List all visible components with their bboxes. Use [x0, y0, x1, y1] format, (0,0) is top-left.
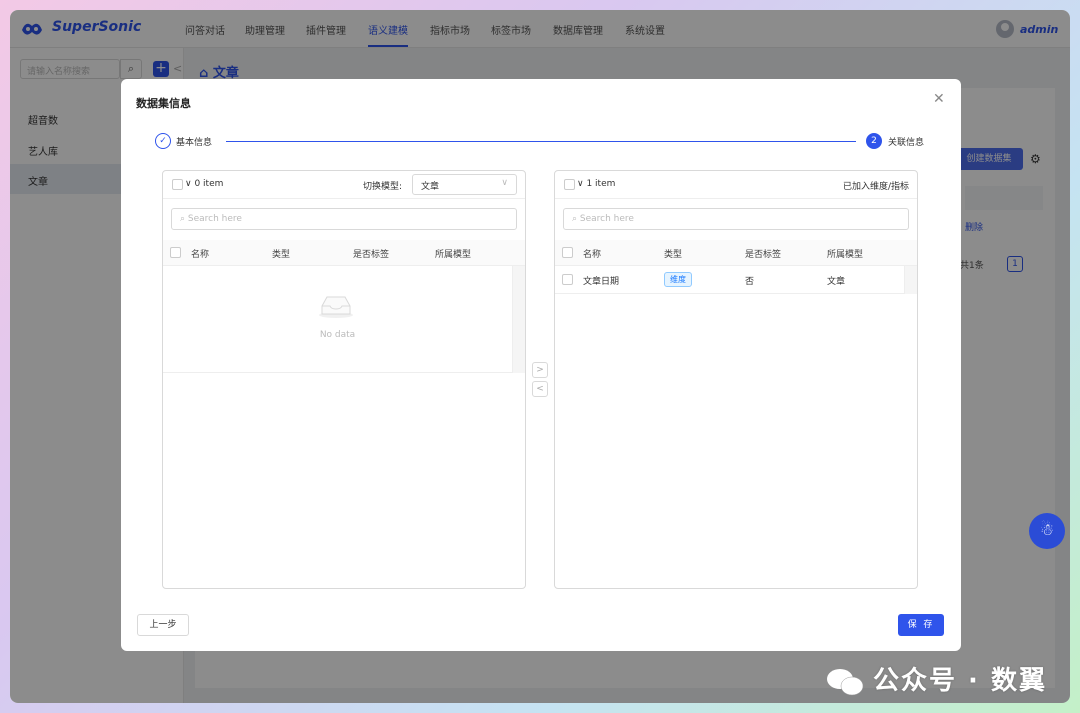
- scrollbar[interactable]: [512, 266, 525, 373]
- column-is-tag: 是否标签: [745, 250, 782, 260]
- steps: ✓ 基本信息 2 关联信息: [151, 131, 931, 151]
- item-count[interactable]: ∨ 0 item: [185, 179, 223, 189]
- step-connector: [226, 141, 856, 142]
- scrollbar[interactable]: [904, 266, 917, 294]
- search-placeholder: Search here: [187, 214, 242, 224]
- column-model: 所属模型: [827, 250, 864, 260]
- item-count[interactable]: ∨ 1 item: [577, 179, 615, 189]
- empty-text: No data: [319, 330, 356, 340]
- close-icon[interactable]: ✕: [933, 91, 945, 107]
- check-icon[interactable]: ✓: [155, 133, 171, 149]
- move-right-button[interactable]: >: [532, 362, 548, 378]
- column-type: 类型: [664, 250, 683, 260]
- select-all-checkbox[interactable]: [172, 179, 183, 190]
- source-search-input[interactable]: ⌕ Search here: [171, 208, 517, 230]
- empty-inbox-icon: [319, 296, 353, 318]
- target-search-input[interactable]: ⌕ Search here: [563, 208, 909, 230]
- column-type: 类型: [272, 250, 291, 260]
- watermark: 公众号 · 数翼: [825, 660, 1047, 697]
- model-select-value: 文章: [421, 182, 440, 192]
- table-header: 名称 类型 是否标签 所属模型: [163, 240, 525, 266]
- step-basic-info[interactable]: 基本信息: [176, 135, 212, 148]
- column-name: 名称: [191, 250, 210, 260]
- row-model: 文章: [827, 277, 846, 287]
- model-select[interactable]: 文章 ∨: [412, 174, 517, 195]
- table-row[interactable]: 文章日期 维度 否 文章: [555, 266, 904, 294]
- table-header: 名称 类型 是否标签 所属模型: [555, 240, 917, 266]
- panel-title: 已加入维度/指标: [842, 182, 909, 192]
- header-checkbox[interactable]: [562, 247, 573, 258]
- empty-state: No data: [163, 266, 512, 373]
- column-model: 所属模型: [435, 250, 472, 260]
- panel-header: ∨ 1 item 已加入维度/指标: [555, 171, 917, 199]
- transfer-source-panel: ∨ 0 item 切换模型: 文章 ∨ ⌕ Search here 名称 类型 …: [162, 170, 526, 589]
- row-is-tag: 否: [745, 277, 755, 287]
- type-badge: 维度: [664, 272, 692, 287]
- dataset-info-modal: 数据集信息 ✕ ✓ 基本信息 2 关联信息 ∨ 0 item 切换模型: 文章 …: [121, 79, 961, 651]
- row-name: 文章日期: [583, 277, 620, 287]
- panel-header: ∨ 0 item 切换模型: 文章 ∨: [163, 171, 525, 199]
- item-count-text: 1 item: [586, 179, 616, 189]
- column-name: 名称: [583, 250, 602, 260]
- select-all-checkbox[interactable]: [564, 179, 575, 190]
- save-button[interactable]: 保 存: [898, 614, 944, 636]
- watermark-text: 公众号 · 数翼: [873, 666, 1047, 696]
- step-number: 2: [866, 133, 882, 149]
- step-related-info[interactable]: 关联信息: [888, 135, 924, 148]
- search-placeholder: Search here: [579, 214, 634, 224]
- chevron-down-icon: ∨: [501, 178, 508, 188]
- item-count-text: 0 item: [194, 179, 224, 189]
- row-checkbox[interactable]: [562, 274, 573, 285]
- transfer-target-panel: ∨ 1 item 已加入维度/指标 ⌕ Search here 名称 类型 是否…: [554, 170, 918, 589]
- modal-title: 数据集信息: [136, 97, 191, 110]
- assistant-float-icon[interactable]: ☃: [1029, 513, 1065, 549]
- header-checkbox[interactable]: [170, 247, 181, 258]
- prev-step-button[interactable]: 上一步: [137, 614, 189, 636]
- column-is-tag: 是否标签: [353, 250, 390, 260]
- model-switch-label: 切换模型:: [363, 182, 403, 192]
- wechat-icon: [827, 668, 864, 695]
- move-left-button[interactable]: <: [532, 381, 548, 397]
